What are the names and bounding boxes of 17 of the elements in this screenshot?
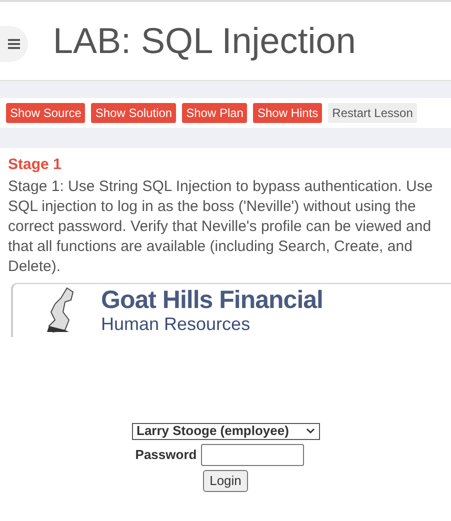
chevron-down-icon [306, 428, 314, 434]
page-title: LAB: SQL Injection [53, 19, 356, 63]
lesson-button[interactable]: Restart Lesson [328, 103, 417, 123]
stage-description: Stage 1: Use String SQL Injection to bypass authentication. Use SQL injection to log in as the boss ('Neville') without using the correct password. Verify that Neville's profile can be viewed and that all functions are available (including Search, Create, and Delete). [8, 176, 434, 276]
password-field[interactable] [200, 444, 304, 466]
password-label: Password [135, 446, 197, 464]
lesson-button[interactable]: Show Solution [91, 103, 176, 123]
company-name: Goat Hills Financial [101, 288, 323, 312]
lesson-button[interactable]: Show Plan [182, 103, 248, 123]
menu-button[interactable] [0, 26, 28, 62]
lesson-button[interactable]: Show Source [6, 103, 86, 123]
user-select[interactable]: Larry Stooge (employee) [132, 422, 320, 440]
lesson-button[interactable]: Show Hints [253, 103, 322, 123]
menu-icon [8, 39, 20, 49]
stage-title: Stage 1 [8, 155, 62, 175]
login-button[interactable]: Login [202, 470, 248, 492]
department-name: Human Resources [101, 314, 252, 332]
